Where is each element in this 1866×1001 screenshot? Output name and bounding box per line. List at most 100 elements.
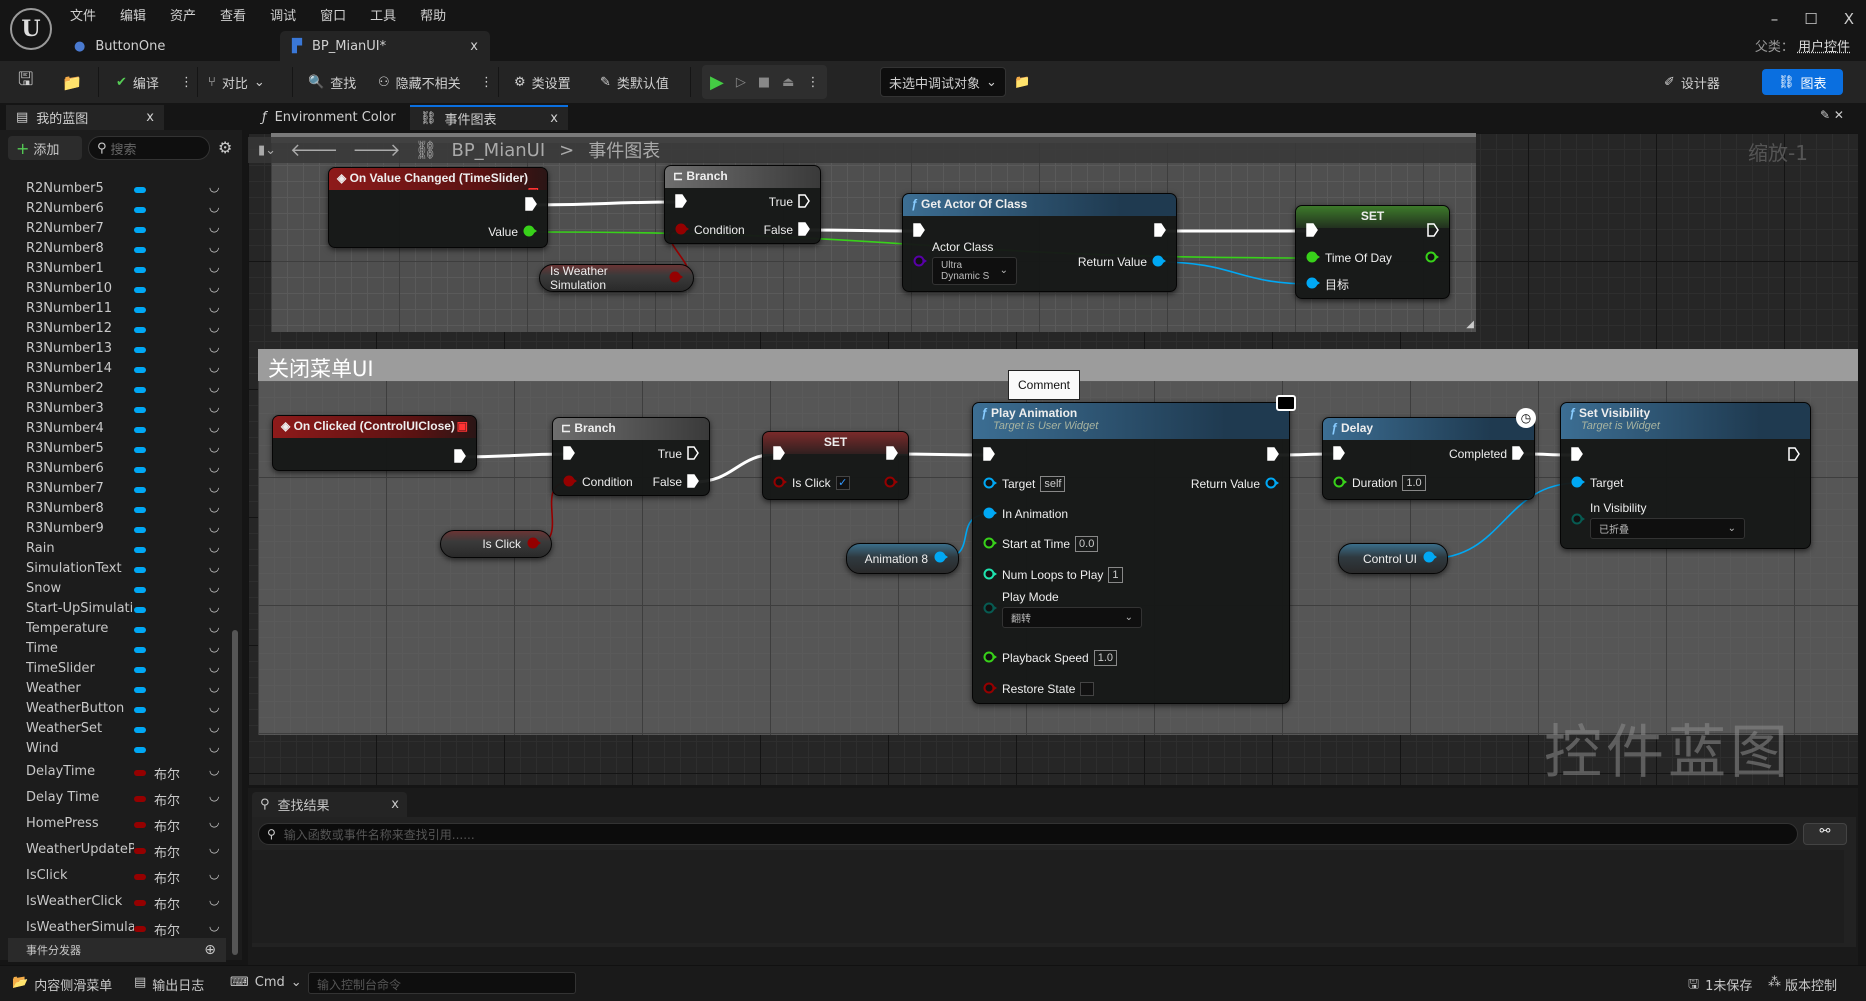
pin-object[interactable] xyxy=(983,477,997,492)
close-icon[interactable]: x xyxy=(550,111,558,126)
node-branch[interactable]: ⊏ Branch True Condition False xyxy=(552,417,710,496)
widget-type-pill[interactable] xyxy=(134,427,146,433)
find-button[interactable]: 🔍 查找 xyxy=(308,61,356,103)
pin-object[interactable] xyxy=(1423,551,1437,566)
widget-type-pill[interactable] xyxy=(134,487,146,493)
sidebar-variable[interactable]: R3Number8 ◡ xyxy=(0,500,232,520)
add-button[interactable]: + 添加 xyxy=(8,136,82,160)
eye-closed-icon[interactable]: ◡ xyxy=(209,867,219,881)
pin-exec[interactable] xyxy=(798,193,810,211)
widget-type-pill[interactable] xyxy=(134,667,146,673)
console-input[interactable]: 输入控制台命令 xyxy=(308,972,576,994)
doc-tab-buttonone[interactable]: ● ButtonOne xyxy=(62,31,177,61)
sidebar-variable[interactable]: Rain ◡ xyxy=(0,540,232,560)
pin-dropdown[interactable]: Ultra Dynamic S ⌄ xyxy=(932,256,1017,285)
tab-find-results[interactable]: ⚲ 查找结果 x xyxy=(252,792,407,817)
pin-exec[interactable] xyxy=(886,445,898,463)
node-set[interactable]: SET Time Of Day 目标 xyxy=(1295,205,1450,299)
widget-type-pill[interactable] xyxy=(134,507,146,513)
step-icon[interactable]: ▷ xyxy=(736,75,746,90)
eye-closed-icon[interactable]: ◡ xyxy=(209,815,219,829)
find-input[interactable]: ⚲ 输入函数或事件名称来查找引用...... xyxy=(258,823,1798,845)
sidebar-variable[interactable]: R2Number7 ◡ xyxy=(0,220,232,240)
eye-closed-icon[interactable]: ◡ xyxy=(209,180,219,194)
widget-type-pill[interactable] xyxy=(134,627,146,633)
sidebar-variable[interactable]: R3Number3 ◡ xyxy=(0,400,232,420)
sidebar-variable[interactable]: R3Number14 ◡ xyxy=(0,360,232,380)
pin-checkbox[interactable]: ✓ xyxy=(835,476,850,490)
pin-exec[interactable] xyxy=(983,446,995,464)
menu-help[interactable]: 帮助 xyxy=(420,5,446,24)
compile-options[interactable]: ⋮ xyxy=(180,61,193,103)
node-header[interactable]: ƒ Set Visibility Target is Widget xyxy=(1561,403,1810,439)
debug-target-dropdown[interactable]: 未选中调试对象 ⌄ xyxy=(880,67,1006,97)
pin-bool[interactable] xyxy=(669,271,683,286)
node-on-clicked-controluiclose[interactable]: ◈ On Clicked (ControlUIClose) ▣ xyxy=(272,415,477,471)
eye-closed-icon[interactable]: ◡ xyxy=(209,640,219,654)
find-options[interactable]: ⋮ xyxy=(480,61,493,103)
sidebar-variable[interactable]: Weather ◡ xyxy=(0,680,232,700)
pin-float[interactable] xyxy=(1333,476,1347,491)
settings-gear-icon[interactable]: ⚙ xyxy=(218,138,232,157)
node-on-value-changed-timeslider[interactable]: ◈ On Value Changed (TimeSlider)▣ Value xyxy=(328,167,548,248)
sidebar-variable[interactable]: Delay Time 布尔 ◡ xyxy=(0,789,232,809)
search-input[interactable]: ⚲ 搜索 xyxy=(88,136,210,160)
sidebar-scrollbar[interactable] xyxy=(232,630,238,955)
parent-class-link[interactable]: 用户控件 xyxy=(1798,40,1850,55)
tab-event-graph[interactable]: ⛓ 事件图表 x xyxy=(410,105,568,130)
pin-object[interactable] xyxy=(1306,277,1320,292)
add-circle-icon[interactable]: ⊕ xyxy=(204,942,216,958)
menu-view[interactable]: 查看 xyxy=(220,5,246,24)
menu-file[interactable]: 文件 xyxy=(70,5,96,24)
sidebar-variable[interactable]: R3Number7 ◡ xyxy=(0,480,232,500)
node-branch[interactable]: ⊏ Branch True Condition False xyxy=(664,165,821,244)
pin-checkbox[interactable] xyxy=(1080,682,1095,696)
eye-closed-icon[interactable]: ◡ xyxy=(209,560,219,574)
sidebar-variable[interactable]: R3Number1 ◡ xyxy=(0,260,232,280)
eye-closed-icon[interactable]: ◡ xyxy=(209,841,219,855)
widget-type-pill[interactable] xyxy=(134,187,146,193)
widget-type-pill[interactable] xyxy=(134,327,146,333)
eye-closed-icon[interactable]: ◡ xyxy=(209,700,219,714)
widget-type-pill[interactable] xyxy=(134,607,146,613)
eye-closed-icon[interactable]: ◡ xyxy=(209,420,219,434)
sidebar-variable[interactable]: R3Number12 ◡ xyxy=(0,320,232,340)
sidebar-variable[interactable]: R2Number8 ◡ xyxy=(0,240,232,260)
widget-type-pill[interactable] xyxy=(134,647,146,653)
sidebar-variable[interactable]: Temperature ◡ xyxy=(0,620,232,640)
pin-exec[interactable] xyxy=(525,196,537,214)
sidebar-variable[interactable]: TimeSlider ◡ xyxy=(0,660,232,680)
widget-type-pill[interactable] xyxy=(134,267,146,273)
pin-value-input[interactable]: 0.0 xyxy=(1075,536,1099,552)
eye-closed-icon[interactable]: ◡ xyxy=(209,260,219,274)
menu-asset[interactable]: 资产 xyxy=(170,5,196,24)
sidebar-variable[interactable]: WeatherButton ◡ xyxy=(0,700,232,720)
sidebar-variable[interactable]: Time ◡ xyxy=(0,640,232,660)
pin-float[interactable] xyxy=(1425,251,1439,266)
sidebar-variable[interactable]: DelayTime 布尔 ◡ xyxy=(0,763,232,783)
diff-button[interactable]: ⑂ 对比 ⌄ xyxy=(208,61,265,103)
node-control-ui[interactable]: Control UI xyxy=(1338,543,1448,574)
sidebar-variable[interactable]: R3Number9 ◡ xyxy=(0,520,232,540)
sidebar-variable[interactable]: R2Number6 ◡ xyxy=(0,200,232,220)
pin-float[interactable] xyxy=(983,651,997,666)
eye-closed-icon[interactable]: ◡ xyxy=(209,300,219,314)
pin-object[interactable] xyxy=(1571,476,1585,491)
eye-closed-icon[interactable]: ◡ xyxy=(209,580,219,594)
pin-exec[interactable] xyxy=(675,193,687,211)
pin-bool[interactable] xyxy=(675,223,689,238)
object-wire[interactable] xyxy=(1158,261,1314,285)
eye-closed-icon[interactable]: ◡ xyxy=(209,440,219,454)
node-is-weather-simulation[interactable]: Is Weather Simulation xyxy=(539,264,694,292)
exec-wire[interactable] xyxy=(530,200,682,207)
pin-bool[interactable] xyxy=(983,682,997,697)
pin-exec[interactable] xyxy=(1571,446,1583,464)
browse-debug-icon[interactable]: 📁 xyxy=(1014,61,1030,103)
widget-type-pill[interactable] xyxy=(134,227,146,233)
sidebar-variable[interactable]: IsWeatherSimulat 布尔 ◡ xyxy=(0,919,232,939)
eye-closed-icon[interactable]: ◡ xyxy=(209,680,219,694)
node-delay[interactable]: ƒ Delay Completed Duration 1.0 xyxy=(1322,417,1535,500)
node-get-actor-of-class[interactable]: ƒ Get Actor Of Class Actor Class Ultra Dyn… xyxy=(902,193,1177,292)
output-log-button[interactable]: ▤ 输出日志 xyxy=(134,975,204,994)
sidebar-variable[interactable]: R3Number11 ◡ xyxy=(0,300,232,320)
